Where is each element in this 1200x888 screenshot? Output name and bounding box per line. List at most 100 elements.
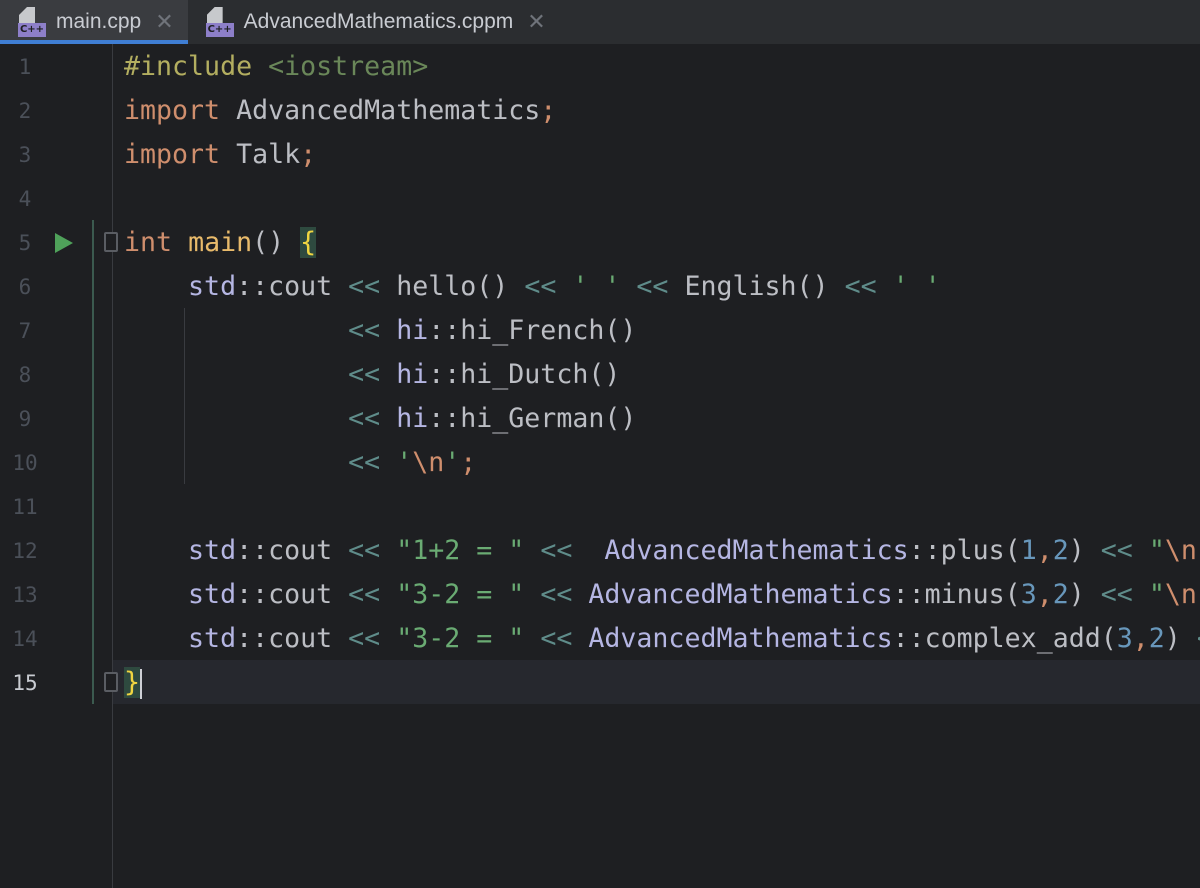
code-token: hi [396,359,428,390]
code-token [380,535,396,566]
code-token: << [540,579,572,610]
line-number: 6 [0,265,50,309]
code-token: ' ' [893,271,941,302]
code-token [172,227,188,258]
code-token: << [1101,535,1133,566]
code-token [124,315,348,346]
code-token: AdvancedMathematics [588,579,892,610]
code-token: << [348,271,380,302]
code-token [572,535,604,566]
tab-label: main.cpp [56,10,141,34]
code-token: 2 [1053,579,1069,610]
code-token [620,271,636,302]
code-token [524,623,540,654]
code-token: ; [460,447,476,478]
code-token: ::hi_French() [428,315,636,346]
code-token [124,535,188,566]
code-line[interactable]: 14 std::cout << "3-2 = " << AdvancedMath… [0,617,1200,661]
code-line[interactable]: 2 import AdvancedMathematics; [0,89,1200,133]
tab-advanced-mathematics-cppm[interactable]: C++ AdvancedMathematics.cppm ✕ [188,0,560,44]
code-token: } [124,667,140,698]
code-token: ::complex_add( [893,623,1117,654]
code-token: << [348,315,380,346]
line-number: 2 [0,89,50,133]
code-token: << [636,271,668,302]
code-line[interactable]: 6 std::cout << hello() << ' ' << English… [0,265,1200,309]
line-number: 13 [0,573,50,617]
code-token [1133,579,1149,610]
code-token: AdvancedMathematics [220,95,540,126]
code-editor[interactable]: 1#include <iostream>2import AdvancedMath… [0,45,1200,705]
code-token [380,623,396,654]
code-text: } [124,661,142,705]
code-text: std::cout << "1+2 = " << AdvancedMathema… [124,529,1197,573]
code-line[interactable]: 1#include <iostream> [0,45,1200,89]
line-number: 12 [0,529,50,573]
code-token: << [348,403,380,434]
code-token [524,535,540,566]
code-token [1133,535,1149,566]
code-token: ' ' [572,271,620,302]
code-token: ::cout [236,271,348,302]
code-token: << [348,447,380,478]
code-line[interactable]: 4 [0,177,1200,221]
code-token: 1 [1021,535,1037,566]
code-token: ::cout [236,623,348,654]
code-token: ; [540,95,556,126]
line-number: 5 [0,221,50,265]
code-token: ::cout [236,579,348,610]
code-token: hi [396,403,428,434]
code-text: int main() { [124,221,316,265]
line-number: 14 [0,617,50,661]
fold-icon[interactable] [104,232,118,252]
code-text: #include <iostream> [124,45,428,89]
code-token: ::hi_Dutch() [428,359,620,390]
code-text: std::cout << "3-2 = " << AdvancedMathema… [124,573,1197,617]
code-token [572,623,588,654]
tab-main-cpp[interactable]: C++ main.cpp ✕ [0,0,188,44]
close-icon[interactable]: ✕ [527,9,545,35]
code-line[interactable]: 7 << hi::hi_French() [0,309,1200,353]
code-line[interactable]: 13 std::cout << "3-2 = " << AdvancedMath… [0,573,1200,617]
close-icon[interactable]: ✕ [155,9,173,35]
line-number: 10 [0,441,50,485]
code-token: ::cout [236,535,348,566]
code-token: main [188,227,252,258]
line-number: 4 [0,177,50,221]
code-token [380,359,396,390]
code-line[interactable]: 11 [0,485,1200,529]
code-token: , [1037,579,1053,610]
code-text: import Talk; [124,133,316,177]
code-line[interactable]: 8 << hi::hi_Dutch() [0,353,1200,397]
line-number: 7 [0,309,50,353]
fold-icon[interactable] [104,672,118,692]
code-token [556,271,572,302]
code-token [524,579,540,610]
code-token [124,447,348,478]
code-token: 3 [1021,579,1037,610]
code-token [124,623,188,654]
code-token: ' [396,447,412,478]
line-number: 11 [0,485,50,529]
code-token: << [845,271,877,302]
code-text: << hi::hi_Dutch() [124,353,620,397]
code-text: import AdvancedMathematics; [124,89,556,133]
code-token: ) [1165,623,1197,654]
code-token: hi [396,315,428,346]
code-token: ::plus( [909,535,1021,566]
code-token: ; [300,139,316,170]
code-token: { [300,227,316,258]
code-line[interactable]: 15} [0,661,1200,705]
run-icon[interactable] [55,233,73,253]
code-token: , [1037,535,1053,566]
code-line[interactable]: 10 << '\n'; [0,441,1200,485]
code-token: << [1101,579,1133,610]
code-line[interactable]: 3import Talk; [0,133,1200,177]
text-cursor [140,669,142,699]
code-token: English() [668,271,844,302]
code-line[interactable]: 9 << hi::hi_German() [0,397,1200,441]
code-line[interactable]: 5 int main() { [0,221,1200,265]
code-token [380,315,396,346]
code-token [124,403,348,434]
code-line[interactable]: 12 std::cout << "1+2 = " << AdvancedMath… [0,529,1200,573]
